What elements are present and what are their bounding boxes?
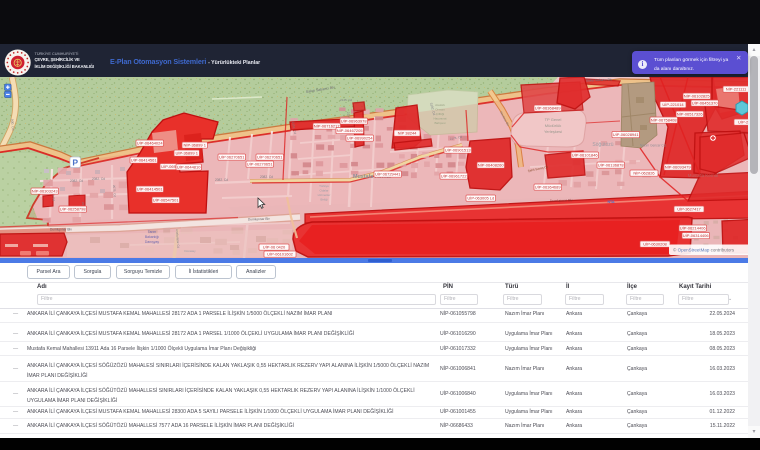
svg-text:UİP-3627417: UİP-3627417	[677, 207, 701, 212]
svg-text:2145. Cd: 2145. Cd	[340, 98, 353, 102]
svg-text:Yerleşkesi: Yerleşkesi	[544, 129, 562, 134]
svg-text:NİP-06102825: NİP-06102825	[684, 94, 711, 99]
svg-text:Çiftliği: Çiftliği	[436, 112, 445, 116]
svg-text:NİP-06093479: NİP-06093479	[665, 165, 692, 170]
svg-text:UİP-06414501: UİP-06414501	[137, 187, 164, 192]
svg-text:UİP-06270651: UİP-06270651	[247, 162, 274, 167]
svg-text:UİP-221014: UİP-221014	[662, 102, 684, 107]
svg-text:UİP 06270651: UİP 06270651	[219, 155, 245, 160]
svg-text:Söğütözü: Söğütözü	[592, 142, 613, 148]
svg-text:NİP-06758408: NİP-06758408	[651, 118, 678, 123]
svg-text:NİP 38244: NİP 38244	[398, 131, 418, 136]
svg-text:UİP-06451370: UİP-06451370	[692, 101, 719, 106]
svg-text:UİP-06901513: UİP-06901513	[445, 148, 472, 153]
svg-text:NİP-221111: NİP-221111	[726, 87, 747, 92]
svg-text:NİP-06303243: NİP-06303243	[32, 189, 59, 194]
svg-text:UİP-06414561: UİP-06414561	[131, 158, 158, 163]
svg-text:TP Genel: TP Genel	[545, 117, 562, 122]
svg-text:UİP-06368489: UİP-06368489	[535, 106, 562, 111]
svg-text:© OpenStreetMap contributors: © OpenStreetMap contributors	[673, 247, 735, 253]
svg-text:UİP-06101602: UİP-06101602	[267, 252, 294, 257]
svg-text:UİP-06990254: UİP-06990254	[347, 136, 374, 141]
svg-text:Nazım Gencer Cd.: Nazım Gencer Cd.	[640, 144, 667, 148]
svg-text:UİP-06963978: UİP-06963978	[341, 119, 368, 124]
svg-text:Dumlupınar Blv: Dumlupınar Blv	[50, 228, 72, 232]
svg-text:UİP-069: UİP-069	[161, 164, 176, 169]
svg-text:Odalar: Odalar	[319, 189, 328, 193]
svg-text:P: P	[72, 158, 78, 168]
svg-text:Bakanlığı: Bakanlığı	[145, 235, 159, 239]
svg-text:NİP-062826: NİP-062826	[633, 171, 655, 176]
svg-text:UİP-06258798: UİP-06258798	[60, 207, 87, 212]
svg-text:UİP-06464024: UİP-06464024	[137, 141, 164, 146]
svg-text:Danışyay: Danışyay	[145, 240, 159, 244]
svg-text:Orman: Orman	[435, 108, 445, 112]
svg-text:2082. Cd: 2082. Cd	[260, 175, 273, 179]
svg-text:Atatürk: Atatürk	[435, 103, 445, 107]
svg-text:UİP-36899 1: UİP-36899 1	[175, 151, 198, 156]
svg-text:Türkiye: Türkiye	[319, 184, 329, 188]
svg-text:2082. Cd: 2082. Cd	[215, 178, 228, 182]
svg-text:NİP-36899 1: NİP-36899 1	[183, 143, 206, 148]
svg-text:UİP-06136878: UİP-06136878	[598, 163, 625, 168]
svg-text:Mustafa Kemal: Mustafa Kemal	[688, 173, 719, 178]
svg-text:Bahçesi: Bahçesi	[434, 121, 445, 125]
svg-text:Tarım: Tarım	[148, 230, 157, 234]
svg-text:NİP-06467205: NİP-06467205	[337, 128, 364, 133]
svg-text:UİP-06101846: UİP-06101846	[572, 153, 599, 158]
svg-text:UİP-06028941: UİP-06028941	[613, 132, 640, 137]
svg-text:UİP-06961722: UİP-06961722	[441, 174, 468, 179]
svg-text:UİP 06270651: UİP 06270651	[257, 155, 283, 160]
svg-text:Hayvanat: Hayvanat	[433, 117, 446, 121]
svg-text:Müdürlük: Müdürlük	[545, 123, 561, 128]
svg-text:UİP-06314406: UİP-06314406	[683, 233, 710, 238]
svg-text:UİP-06364689: UİP-06364689	[535, 185, 562, 190]
svg-text:UİP 06729441: UİP 06729441	[375, 172, 401, 177]
svg-text:UİP-06 0420: UİP-06 0420	[263, 245, 286, 250]
svg-text:UİP-0644810: UİP-0644810	[177, 165, 201, 170]
svg-text:2082. Cd: 2082. Cd	[92, 177, 105, 181]
svg-text:UİP-06214406: UİP-06214406	[680, 226, 707, 231]
svg-text:NİP-06517326: NİP-06517326	[677, 112, 704, 117]
svg-text:Hizmetler: Hizmetler	[318, 193, 331, 197]
svg-text:UİP-06547501: UİP-06547501	[153, 198, 180, 203]
svg-text:2082. Cd: 2082. Cd	[70, 179, 83, 183]
svg-text:UİP-0630208: UİP-0630208	[643, 242, 667, 247]
svg-text:Dumlupınar Blv: Dumlupınar Blv	[550, 198, 573, 203]
svg-text:Donatay: Donatay	[184, 249, 196, 253]
svg-text:NİP-06408260: NİP-06408260	[478, 163, 505, 168]
svg-text:UİP-063005 Ld: UİP-063005 Ld	[467, 196, 494, 201]
svg-text:Dumlupınar Blv: Dumlupınar Blv	[248, 217, 270, 222]
svg-text:NTA: NTA	[607, 200, 615, 204]
svg-text:Birliği: Birliği	[320, 198, 328, 202]
